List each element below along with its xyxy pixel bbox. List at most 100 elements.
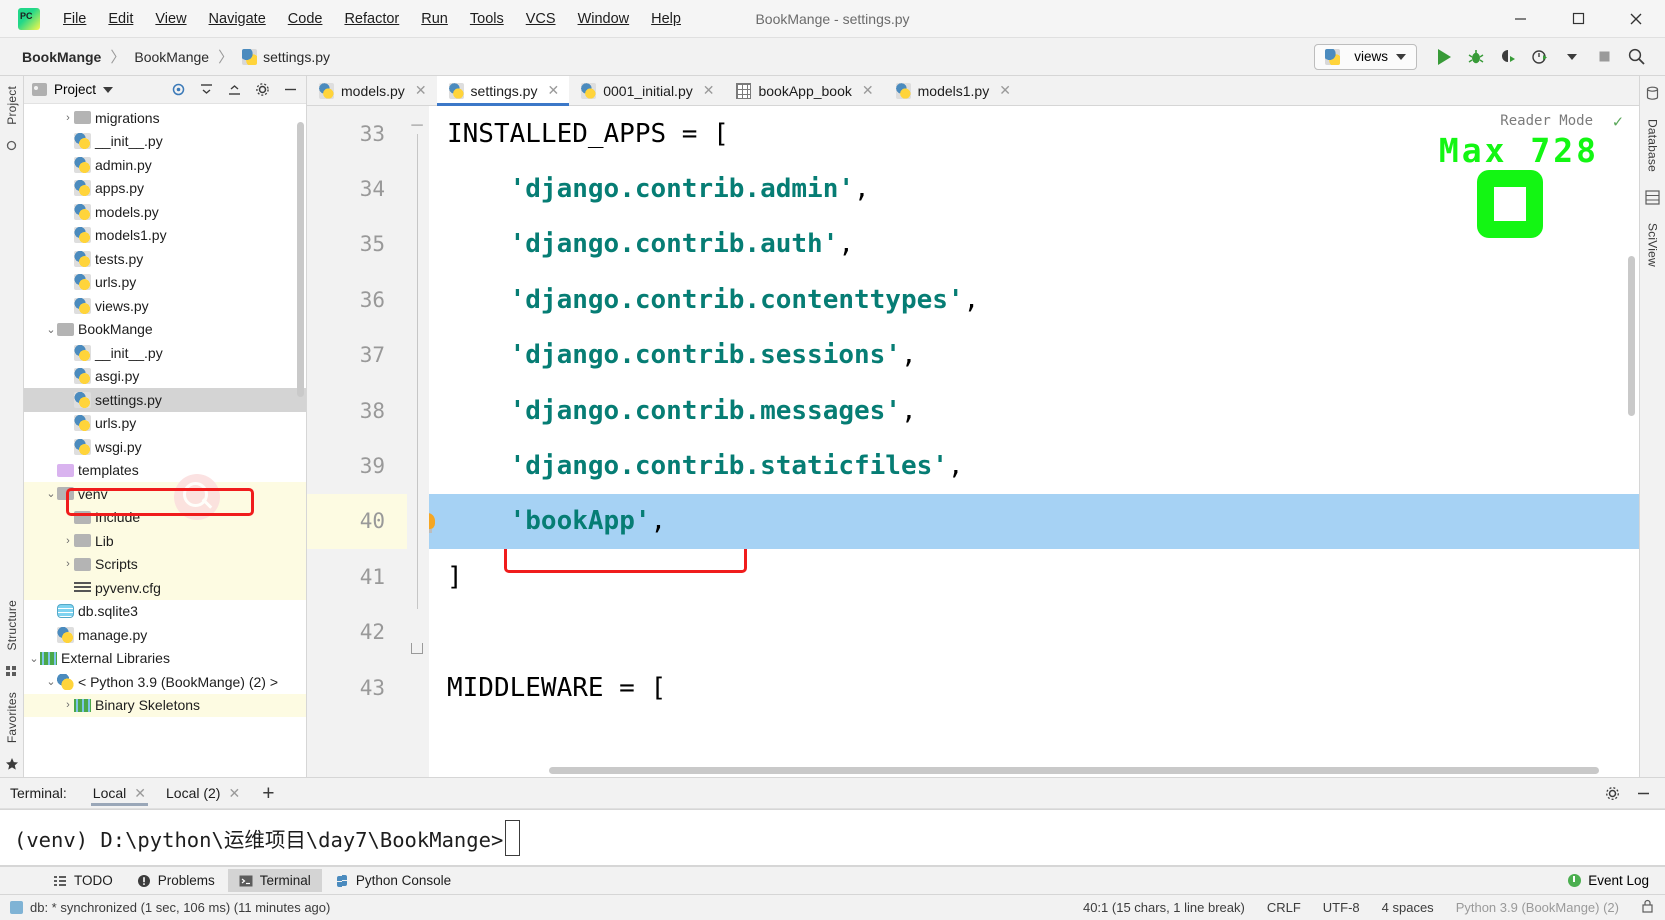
- tree-node-venv[interactable]: ⌄ venv: [24, 482, 306, 506]
- hide-icon[interactable]: [1636, 786, 1651, 801]
- tool-window-structure[interactable]: Structure: [5, 596, 19, 655]
- code-line[interactable]: 'django.contrib.auth',: [429, 217, 1639, 272]
- menu-item-help[interactable]: Help: [640, 7, 692, 31]
- chevron-right-icon[interactable]: ›: [62, 112, 74, 124]
- line-separator[interactable]: CRLF: [1256, 900, 1312, 915]
- tool-tab-todo[interactable]: TODO: [42, 869, 124, 892]
- chevron-down-icon[interactable]: ⌄: [28, 652, 40, 665]
- line-number[interactable]: 43: [307, 660, 407, 715]
- tool-window-favorites[interactable]: Favorites: [5, 688, 19, 747]
- tree-node-external-libraries[interactable]: ⌄ External Libraries: [24, 647, 306, 671]
- code-line[interactable]: 'django.contrib.admin',: [429, 161, 1639, 216]
- line-number[interactable]: 38: [307, 383, 407, 438]
- search-everywhere-button[interactable]: [1621, 43, 1651, 71]
- chevron-down-icon[interactable]: [103, 86, 114, 93]
- tree-node-models-py[interactable]: models.py: [24, 200, 306, 224]
- terminal-output[interactable]: (venv) D:\python\运维项目\day7\BookMange>: [0, 809, 1665, 866]
- tree-node-urls-py[interactable]: urls.py: [24, 412, 306, 436]
- tree-node-bookmange[interactable]: ⌄ BookMange: [24, 318, 306, 342]
- breadcrumb-module[interactable]: BookMange: [134, 49, 209, 65]
- code-line[interactable]: [429, 605, 1639, 660]
- tree-node-binary-skeletons[interactable]: › Binary Skeletons: [24, 693, 306, 717]
- minimize-button[interactable]: [1491, 0, 1549, 37]
- sciview-grid-icon[interactable]: [1645, 190, 1660, 205]
- tree-node-admin-py[interactable]: admin.py: [24, 153, 306, 177]
- tool-tab-python-console[interactable]: Python Console: [324, 869, 462, 892]
- maximize-button[interactable]: [1549, 0, 1607, 37]
- breadcrumb-project[interactable]: BookMange: [22, 49, 101, 65]
- chevron-down-icon[interactable]: ⌄: [45, 487, 57, 500]
- menu-item-tools[interactable]: Tools: [459, 7, 515, 31]
- caret-position[interactable]: 40:1 (15 chars, 1 line break): [1072, 900, 1256, 915]
- hide-icon[interactable]: [283, 82, 298, 97]
- terminal-tab-local[interactable]: Local ✕: [85, 778, 154, 808]
- line-number[interactable]: 42: [307, 605, 407, 660]
- menu-item-vcs[interactable]: VCS: [515, 7, 567, 31]
- tree-node-db-sqlite3[interactable]: db.sqlite3: [24, 600, 306, 624]
- code-line[interactable]: 'bookApp',: [429, 493, 1639, 550]
- code-line[interactable]: 'django.contrib.staticfiles',: [429, 438, 1639, 493]
- new-terminal-tab-button[interactable]: +: [252, 783, 284, 804]
- editor-tab-models-py[interactable]: models.py ✕: [307, 76, 437, 105]
- line-number[interactable]: 35: [307, 217, 407, 272]
- tree-node-tests-py[interactable]: tests.py: [24, 247, 306, 271]
- tree-node-migrations[interactable]: › migrations: [24, 106, 306, 130]
- tree-node-pyvenv-cfg[interactable]: pyvenv.cfg: [24, 576, 306, 600]
- tool-window-database[interactable]: Database: [1646, 115, 1660, 176]
- run-options-button[interactable]: [1557, 43, 1587, 71]
- star-icon[interactable]: [5, 757, 19, 771]
- tree-node-init-py[interactable]: __init__.py: [24, 341, 306, 365]
- project-tree[interactable]: › migrations __init__.py admin.py apps.py…: [24, 104, 306, 777]
- terminal-tab-local-2[interactable]: Local (2) ✕: [158, 778, 248, 808]
- menu-item-view[interactable]: View: [144, 7, 197, 31]
- close-icon[interactable]: ✕: [547, 82, 559, 99]
- tree-node-include[interactable]: Include: [24, 505, 306, 529]
- stop-button[interactable]: [1589, 43, 1619, 71]
- gear-icon[interactable]: [1605, 786, 1620, 801]
- intention-bulb-icon[interactable]: [429, 513, 435, 534]
- editor-tab-bookapp-book[interactable]: bookApp_book ✕: [724, 76, 883, 105]
- chevron-right-icon[interactable]: ›: [62, 535, 74, 547]
- tree-node-lib[interactable]: › Lib: [24, 529, 306, 553]
- locate-icon[interactable]: [171, 82, 186, 97]
- code-line[interactable]: INSTALLED_APPS = [: [429, 106, 1639, 161]
- close-icon[interactable]: ✕: [703, 82, 715, 99]
- gear-icon[interactable]: [255, 82, 270, 97]
- menu-item-run[interactable]: Run: [410, 7, 459, 31]
- commit-icon[interactable]: [5, 139, 18, 152]
- close-icon[interactable]: ✕: [415, 82, 427, 99]
- file-encoding[interactable]: UTF-8: [1312, 900, 1371, 915]
- menu-item-code[interactable]: Code: [277, 7, 334, 31]
- editor-tab-models1-py[interactable]: models1.py ✕: [884, 76, 1021, 105]
- indent-setting[interactable]: 4 spaces: [1371, 900, 1445, 915]
- menu-item-edit[interactable]: Edit: [97, 7, 144, 31]
- line-number[interactable]: 36: [307, 272, 407, 327]
- tree-node-templates[interactable]: templates: [24, 459, 306, 483]
- tree-node-scripts[interactable]: › Scripts: [24, 552, 306, 576]
- breadcrumb-file[interactable]: settings.py: [242, 48, 330, 65]
- editor-horizontal-scrollbar[interactable]: [549, 767, 1599, 774]
- debug-button[interactable]: [1461, 43, 1491, 71]
- menu-item-navigate[interactable]: Navigate: [198, 7, 277, 31]
- chevron-down-icon[interactable]: ⌄: [45, 675, 57, 688]
- tree-node-python-3-9-bookmange-2[interactable]: ⌄ < Python 3.9 (BookMange) (2) >: [24, 670, 306, 694]
- run-button[interactable]: [1429, 43, 1459, 71]
- code-content[interactable]: Reader Mode ✓ Max 728 INSTALLED_APPS = […: [429, 106, 1639, 777]
- line-number[interactable]: 37: [307, 328, 407, 383]
- lock-icon[interactable]: [1630, 899, 1665, 916]
- tree-node-init-py[interactable]: __init__.py: [24, 130, 306, 154]
- code-folding-column[interactable]: ─: [407, 106, 429, 777]
- tree-node-settings-py[interactable]: settings.py: [24, 388, 306, 412]
- fold-collapse-icon[interactable]: ─: [410, 118, 424, 134]
- tree-node-manage-py[interactable]: manage.py: [24, 623, 306, 647]
- grid-icon[interactable]: [5, 665, 18, 678]
- editor-tab-0001-initial-py[interactable]: 0001_initial.py ✕: [569, 76, 724, 105]
- tree-node-asgi-py[interactable]: asgi.py: [24, 365, 306, 389]
- collapse-all-icon[interactable]: [199, 82, 214, 97]
- code-line[interactable]: 'django.contrib.sessions',: [429, 328, 1639, 383]
- profile-button[interactable]: [1525, 43, 1555, 71]
- close-icon[interactable]: ✕: [134, 785, 146, 802]
- chevron-right-icon[interactable]: ›: [62, 699, 74, 711]
- database-icon[interactable]: [1645, 86, 1660, 101]
- menu-item-window[interactable]: Window: [567, 7, 641, 31]
